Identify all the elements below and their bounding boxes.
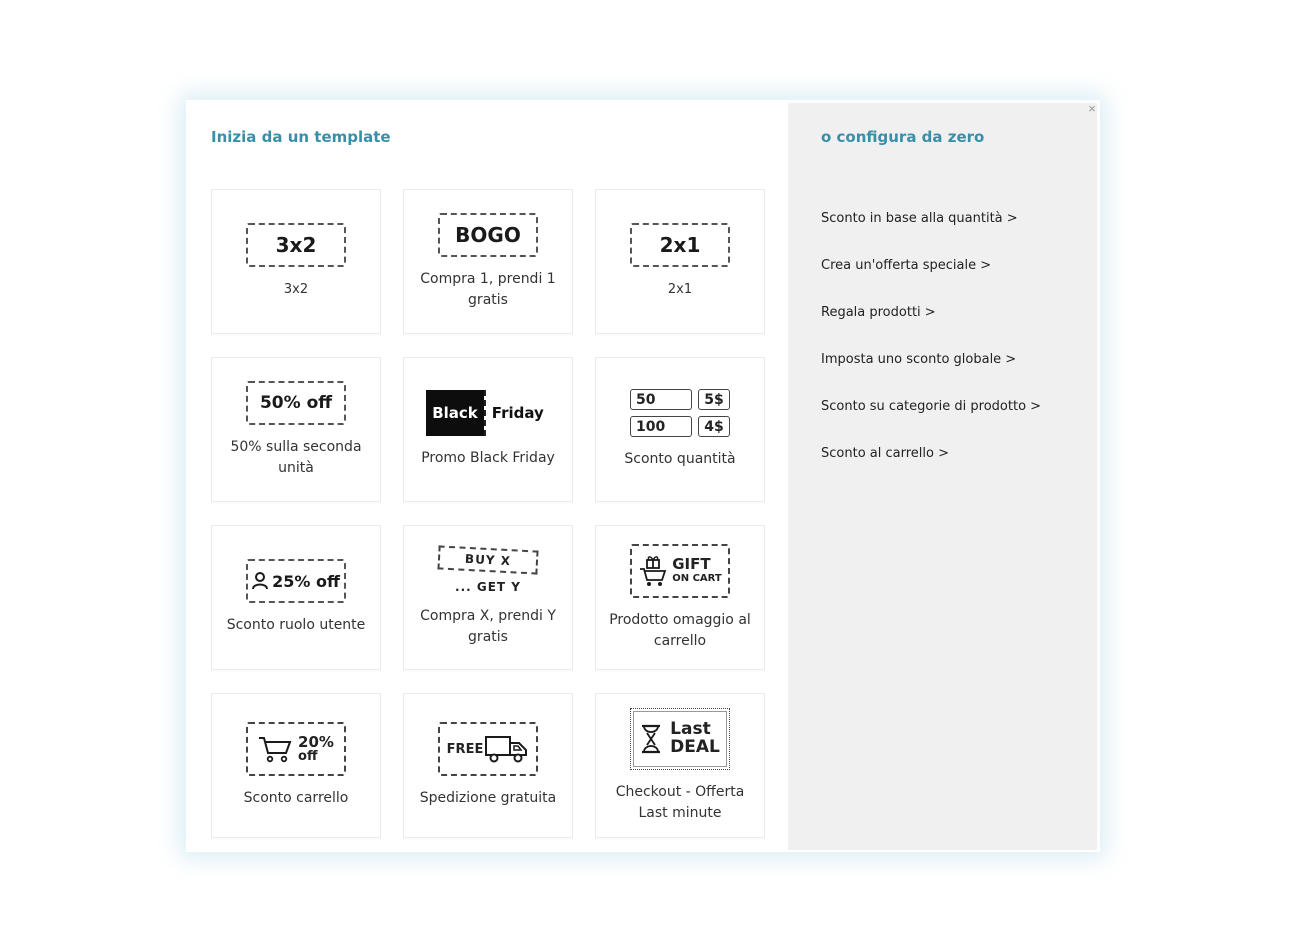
template-label: 2x1 bbox=[667, 282, 693, 297]
template-label: Sconto carrello bbox=[243, 790, 349, 806]
hourglass-icon bbox=[642, 724, 661, 753]
template-label: Checkout - Offerta Last minute bbox=[615, 783, 745, 821]
template-label: 50% sulla seconda unità bbox=[230, 438, 362, 476]
template-label: Sconto quantità bbox=[624, 451, 736, 467]
price-field-2: 4$ bbox=[698, 416, 730, 437]
last-deal-text-top: Last bbox=[670, 718, 711, 739]
cart-discount-text: 20% off bbox=[298, 733, 334, 764]
template-label: Prodotto omaggio al carrello bbox=[609, 611, 751, 649]
get-y-text: ... GET Y bbox=[455, 579, 521, 594]
template-panel: Inizia da un template 3x2 3x2 BOGO Compr… bbox=[186, 100, 788, 852]
option-cart-discount[interactable]: Sconto al carrello > bbox=[821, 446, 1041, 493]
price-field-1: 5$ bbox=[698, 389, 730, 410]
free-text: FREE bbox=[446, 741, 484, 757]
close-icon[interactable]: × bbox=[1085, 102, 1099, 116]
last-deal-text-bottom: DEAL bbox=[670, 736, 720, 757]
gift-text: GIFT ON CART bbox=[672, 557, 722, 584]
black-friday-black-part: Black bbox=[426, 390, 484, 436]
gift-text-bottom: ON CART bbox=[672, 573, 722, 584]
last-deal-text: Last DEAL bbox=[670, 718, 720, 757]
template-card-cart-discount[interactable]: 20% off Sconto carrello bbox=[211, 693, 381, 838]
black-friday-white-part: Friday bbox=[483, 390, 550, 436]
gift-cart-icon bbox=[640, 555, 667, 586]
buy-x-get-y-icon: BUY X ... GET Y bbox=[437, 544, 539, 594]
template-card-2x1[interactable]: 2x1 2x1 bbox=[595, 189, 765, 334]
template-label: Promo Black Friday bbox=[421, 450, 555, 466]
cart-discount-text-top: 20% bbox=[298, 733, 334, 751]
option-gift-products[interactable]: Regala prodotti > bbox=[821, 305, 1041, 352]
ticket-user-role-icon: 25% off bbox=[246, 559, 346, 603]
user-role-discount-text: 25% off bbox=[272, 571, 340, 591]
quantity-price-icon: 50 5$ 100 4$ bbox=[630, 389, 730, 437]
template-card-quantity[interactable]: 50 5$ 100 4$ Sconto quantità bbox=[595, 357, 765, 502]
template-card-black-friday[interactable]: Black Friday Promo Black Friday bbox=[403, 357, 573, 502]
ticket-50-off-icon: 50% off bbox=[246, 380, 346, 425]
ticket-bogo-icon: BOGO bbox=[438, 212, 538, 257]
option-global-discount[interactable]: Imposta uno sconto globale > bbox=[821, 352, 1041, 399]
template-card-user-role[interactable]: 25% off Sconto ruolo utente bbox=[211, 525, 381, 670]
ticket-3x2-icon: 3x2 bbox=[246, 223, 346, 267]
last-deal-icon: Last DEAL bbox=[630, 707, 730, 770]
qty-field-1: 50 bbox=[630, 389, 692, 410]
template-card-gift-on-cart[interactable]: GIFT ON CART Prodotto omaggio al carrell… bbox=[595, 525, 765, 670]
template-card-last-deal[interactable]: Last DEAL Checkout - Offerta Last minute bbox=[595, 693, 765, 838]
buy-x-text: BUY X bbox=[437, 544, 539, 575]
template-label: Compra 1, prendi 1 gratis bbox=[420, 270, 556, 308]
template-card-50-off[interactable]: 50% off 50% sulla seconda unità bbox=[211, 357, 381, 502]
qty-field-2: 100 bbox=[630, 416, 692, 437]
shopping-cart-icon bbox=[259, 737, 292, 763]
configure-panel: × o configura da zero Sconto in base all… bbox=[788, 102, 1099, 850]
user-icon bbox=[252, 572, 269, 590]
gift-text-top: GIFT bbox=[672, 555, 711, 573]
configure-options-list: Sconto in base alla quantità > Crea un'o… bbox=[821, 211, 1041, 493]
cart-discount-text-bottom: off bbox=[298, 749, 318, 764]
template-grid: 3x2 3x2 BOGO Compra 1, prendi 1 gratis 2… bbox=[211, 189, 765, 838]
ticket-2x1-icon: 2x1 bbox=[630, 223, 730, 267]
template-label: 3x2 bbox=[283, 282, 309, 297]
template-label: Spedizione gratuita bbox=[419, 790, 557, 806]
option-special-offer[interactable]: Crea un'offerta speciale > bbox=[821, 258, 1041, 305]
cart-discount-icon: 20% off bbox=[246, 722, 346, 776]
template-card-3x2[interactable]: 3x2 3x2 bbox=[211, 189, 381, 334]
discount-template-modal: Inizia da un template 3x2 3x2 BOGO Compr… bbox=[186, 100, 1100, 852]
template-label: Compra X, prendi Y gratis bbox=[420, 607, 556, 645]
configure-section-title: o configura da zero bbox=[821, 128, 985, 146]
template-card-free-shipping[interactable]: FREE Spedizione gratuita bbox=[403, 693, 573, 838]
template-label: Sconto ruolo utente bbox=[226, 617, 366, 633]
free-shipping-icon: FREE bbox=[438, 722, 538, 776]
black-friday-icon: Black Friday bbox=[426, 390, 550, 436]
template-card-buy-x-get-y[interactable]: BUY X ... GET Y Compra X, prendi Y grati… bbox=[403, 525, 573, 670]
option-quantity-discount[interactable]: Sconto in base alla quantità > bbox=[821, 211, 1041, 258]
template-section-title: Inizia da un template bbox=[211, 128, 391, 146]
truck-icon bbox=[485, 736, 528, 763]
gift-on-cart-icon: GIFT ON CART bbox=[630, 543, 730, 598]
option-category-discount[interactable]: Sconto su categorie di prodotto > bbox=[821, 399, 1041, 446]
template-card-bogo[interactable]: BOGO Compra 1, prendi 1 gratis bbox=[403, 189, 573, 334]
